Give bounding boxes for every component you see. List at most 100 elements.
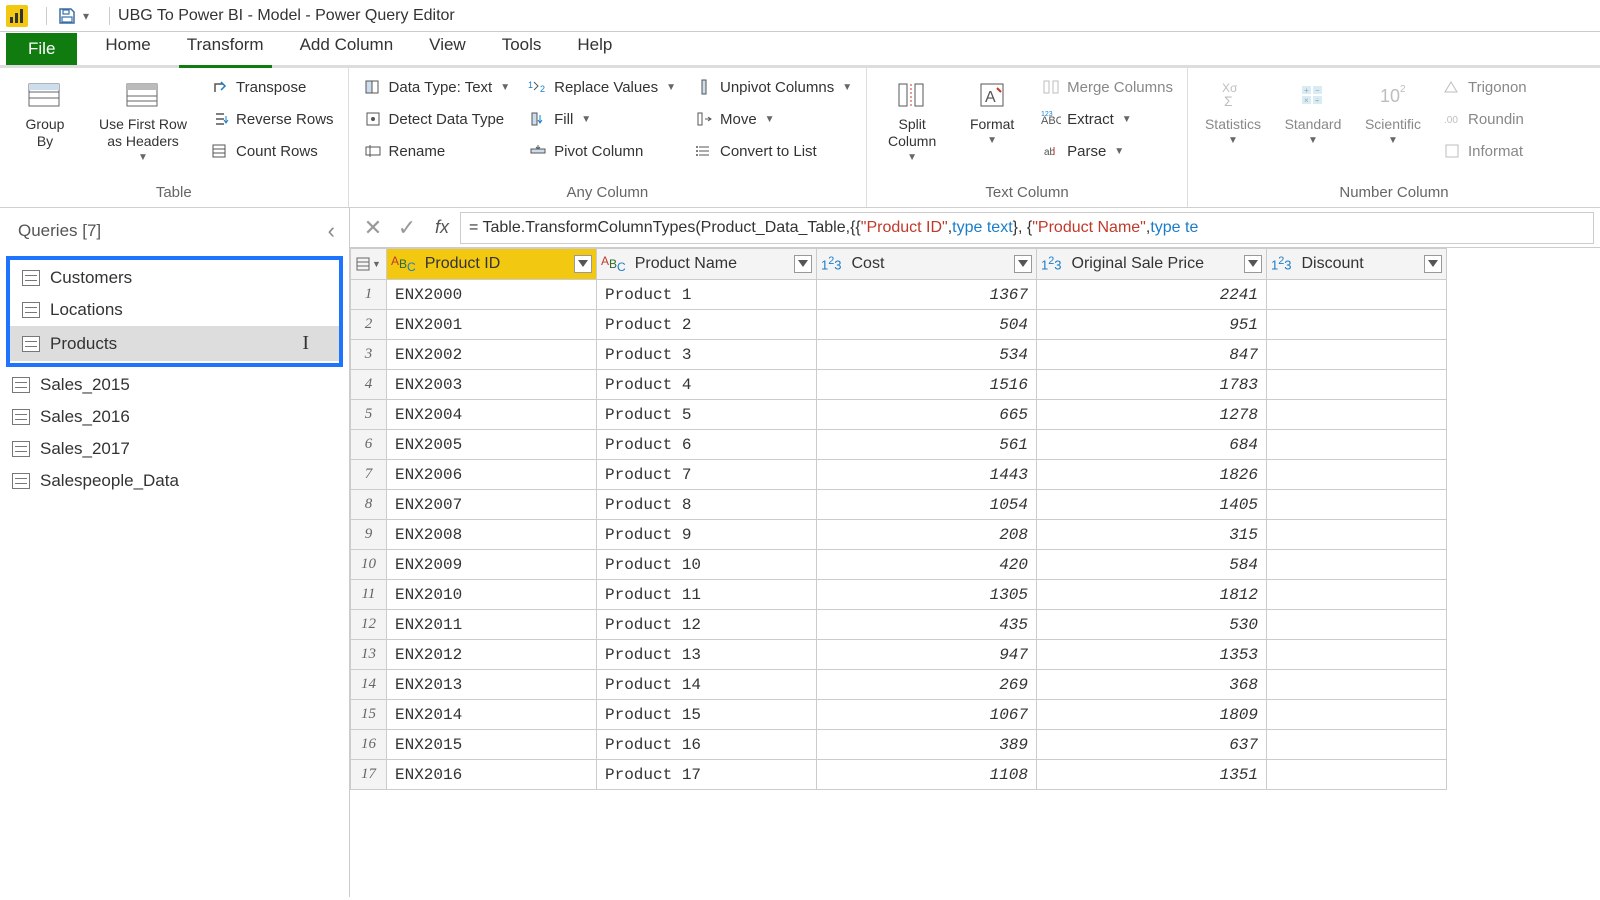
cell[interactable]: 951 bbox=[1037, 310, 1267, 340]
fill-button[interactable]: Fill▼ bbox=[522, 106, 682, 132]
cancel-formula-button[interactable]: ✕ bbox=[356, 213, 390, 243]
tab-home[interactable]: Home bbox=[87, 29, 168, 65]
row-number[interactable]: 12 bbox=[351, 610, 387, 640]
scientific-button[interactable]: 102 Scientific ▼ bbox=[1356, 74, 1430, 150]
table-row[interactable]: 11ENX2010Product 1113051812 bbox=[351, 580, 1447, 610]
column-header-product-name[interactable]: ABCProduct Name bbox=[597, 249, 817, 280]
convert-to-list-button[interactable]: Convert to List bbox=[688, 138, 858, 164]
cell[interactable]: 389 bbox=[817, 730, 1037, 760]
information-button[interactable]: Informat bbox=[1436, 138, 1533, 164]
cell[interactable]: 530 bbox=[1037, 610, 1267, 640]
cell[interactable]: ENX2001 bbox=[387, 310, 597, 340]
cell[interactable]: ENX2005 bbox=[387, 430, 597, 460]
cell[interactable]: ENX2011 bbox=[387, 610, 597, 640]
cell[interactable]: 1405 bbox=[1037, 490, 1267, 520]
cell[interactable]: ENX2013 bbox=[387, 670, 597, 700]
standard-button[interactable]: +−×÷ Standard ▼ bbox=[1276, 74, 1350, 150]
parse-button[interactable]: abParse▼ bbox=[1035, 138, 1179, 164]
row-number[interactable]: 5 bbox=[351, 400, 387, 430]
cell[interactable]: 1353 bbox=[1037, 640, 1267, 670]
data-grid[interactable]: ▼ABCProduct IDABCProduct Name123Cost123O… bbox=[350, 248, 1600, 897]
cell[interactable]: 435 bbox=[817, 610, 1037, 640]
cell[interactable] bbox=[1267, 670, 1447, 700]
cell[interactable]: 1783 bbox=[1037, 370, 1267, 400]
row-number[interactable]: 1 bbox=[351, 280, 387, 310]
pivot-column-button[interactable]: Pivot Column bbox=[522, 138, 682, 164]
table-row[interactable]: 5ENX2004Product 56651278 bbox=[351, 400, 1447, 430]
cell[interactable]: ENX2007 bbox=[387, 490, 597, 520]
statistics-button[interactable]: XσΣ Statistics ▼ bbox=[1196, 74, 1270, 150]
cell[interactable]: Product 8 bbox=[597, 490, 817, 520]
table-row[interactable]: 17ENX2016Product 1711081351 bbox=[351, 760, 1447, 790]
cell[interactable] bbox=[1267, 520, 1447, 550]
table-row[interactable]: 7ENX2006Product 714431826 bbox=[351, 460, 1447, 490]
column-filter-button[interactable] bbox=[1244, 255, 1262, 273]
table-row[interactable]: 16ENX2015Product 16389637 bbox=[351, 730, 1447, 760]
cell[interactable] bbox=[1267, 400, 1447, 430]
fx-button[interactable]: fx bbox=[424, 217, 460, 238]
query-item-salespeople_data[interactable]: Salespeople_Data bbox=[0, 465, 349, 497]
cell[interactable]: 665 bbox=[817, 400, 1037, 430]
table-row[interactable]: 15ENX2014Product 1510671809 bbox=[351, 700, 1447, 730]
row-number[interactable]: 17 bbox=[351, 760, 387, 790]
cell[interactable] bbox=[1267, 610, 1447, 640]
table-row[interactable]: 9ENX2008Product 9208315 bbox=[351, 520, 1447, 550]
column-header-original-sale-price[interactable]: 123Original Sale Price bbox=[1037, 249, 1267, 280]
cell[interactable]: 561 bbox=[817, 430, 1037, 460]
cell[interactable]: 584 bbox=[1037, 550, 1267, 580]
cell[interactable] bbox=[1267, 700, 1447, 730]
cell[interactable]: ENX2010 bbox=[387, 580, 597, 610]
cell[interactable]: 1809 bbox=[1037, 700, 1267, 730]
table-row[interactable]: 10ENX2009Product 10420584 bbox=[351, 550, 1447, 580]
row-number[interactable]: 14 bbox=[351, 670, 387, 700]
cell[interactable]: 1812 bbox=[1037, 580, 1267, 610]
cell[interactable]: Product 5 bbox=[597, 400, 817, 430]
tab-view[interactable]: View bbox=[411, 29, 484, 65]
column-filter-button[interactable] bbox=[1014, 255, 1032, 273]
cell[interactable]: Product 13 bbox=[597, 640, 817, 670]
cell[interactable]: 1516 bbox=[817, 370, 1037, 400]
move-button[interactable]: Move▼ bbox=[688, 106, 858, 132]
cell[interactable]: ENX2008 bbox=[387, 520, 597, 550]
table-row[interactable]: 4ENX2003Product 415161783 bbox=[351, 370, 1447, 400]
reverse-rows-button[interactable]: Reverse Rows bbox=[204, 106, 340, 132]
cell[interactable]: ENX2004 bbox=[387, 400, 597, 430]
cell[interactable]: 847 bbox=[1037, 340, 1267, 370]
use-first-row-button[interactable]: Use First Row as Headers ▼ bbox=[88, 74, 198, 167]
cell[interactable]: ENX2006 bbox=[387, 460, 597, 490]
cell[interactable]: 1305 bbox=[817, 580, 1037, 610]
table-row[interactable]: 2ENX2001Product 2504951 bbox=[351, 310, 1447, 340]
row-number[interactable]: 7 bbox=[351, 460, 387, 490]
cell[interactable]: Product 7 bbox=[597, 460, 817, 490]
cell[interactable]: 1351 bbox=[1037, 760, 1267, 790]
cell[interactable]: 1067 bbox=[817, 700, 1037, 730]
cell[interactable] bbox=[1267, 490, 1447, 520]
column-filter-button[interactable] bbox=[794, 255, 812, 273]
table-row[interactable]: 12ENX2011Product 12435530 bbox=[351, 610, 1447, 640]
cell[interactable]: ENX2002 bbox=[387, 340, 597, 370]
column-header-discount[interactable]: 123Discount bbox=[1267, 249, 1447, 280]
cell[interactable]: 534 bbox=[817, 340, 1037, 370]
save-button[interactable] bbox=[55, 4, 79, 28]
query-item-locations[interactable]: Locations bbox=[10, 294, 339, 326]
merge-columns-button[interactable]: Merge Columns bbox=[1035, 74, 1179, 100]
column-filter-button[interactable] bbox=[574, 255, 592, 273]
row-number[interactable]: 8 bbox=[351, 490, 387, 520]
cell[interactable]: Product 10 bbox=[597, 550, 817, 580]
cell[interactable]: Product 4 bbox=[597, 370, 817, 400]
row-number[interactable]: 16 bbox=[351, 730, 387, 760]
tab-transform[interactable]: Transform bbox=[169, 29, 282, 65]
cell[interactable] bbox=[1267, 760, 1447, 790]
cell[interactable]: 1054 bbox=[817, 490, 1037, 520]
cell[interactable]: 269 bbox=[817, 670, 1037, 700]
cell[interactable]: Product 3 bbox=[597, 340, 817, 370]
cell[interactable]: Product 17 bbox=[597, 760, 817, 790]
cell[interactable] bbox=[1267, 340, 1447, 370]
row-number[interactable]: 3 bbox=[351, 340, 387, 370]
qat-toggle[interactable]: ▾ bbox=[83, 9, 89, 23]
table-row[interactable]: 3ENX2002Product 3534847 bbox=[351, 340, 1447, 370]
count-rows-button[interactable]: Count Rows bbox=[204, 138, 340, 164]
cell[interactable]: Product 16 bbox=[597, 730, 817, 760]
cell[interactable] bbox=[1267, 460, 1447, 490]
group-by-button[interactable]: Group By bbox=[8, 74, 82, 154]
